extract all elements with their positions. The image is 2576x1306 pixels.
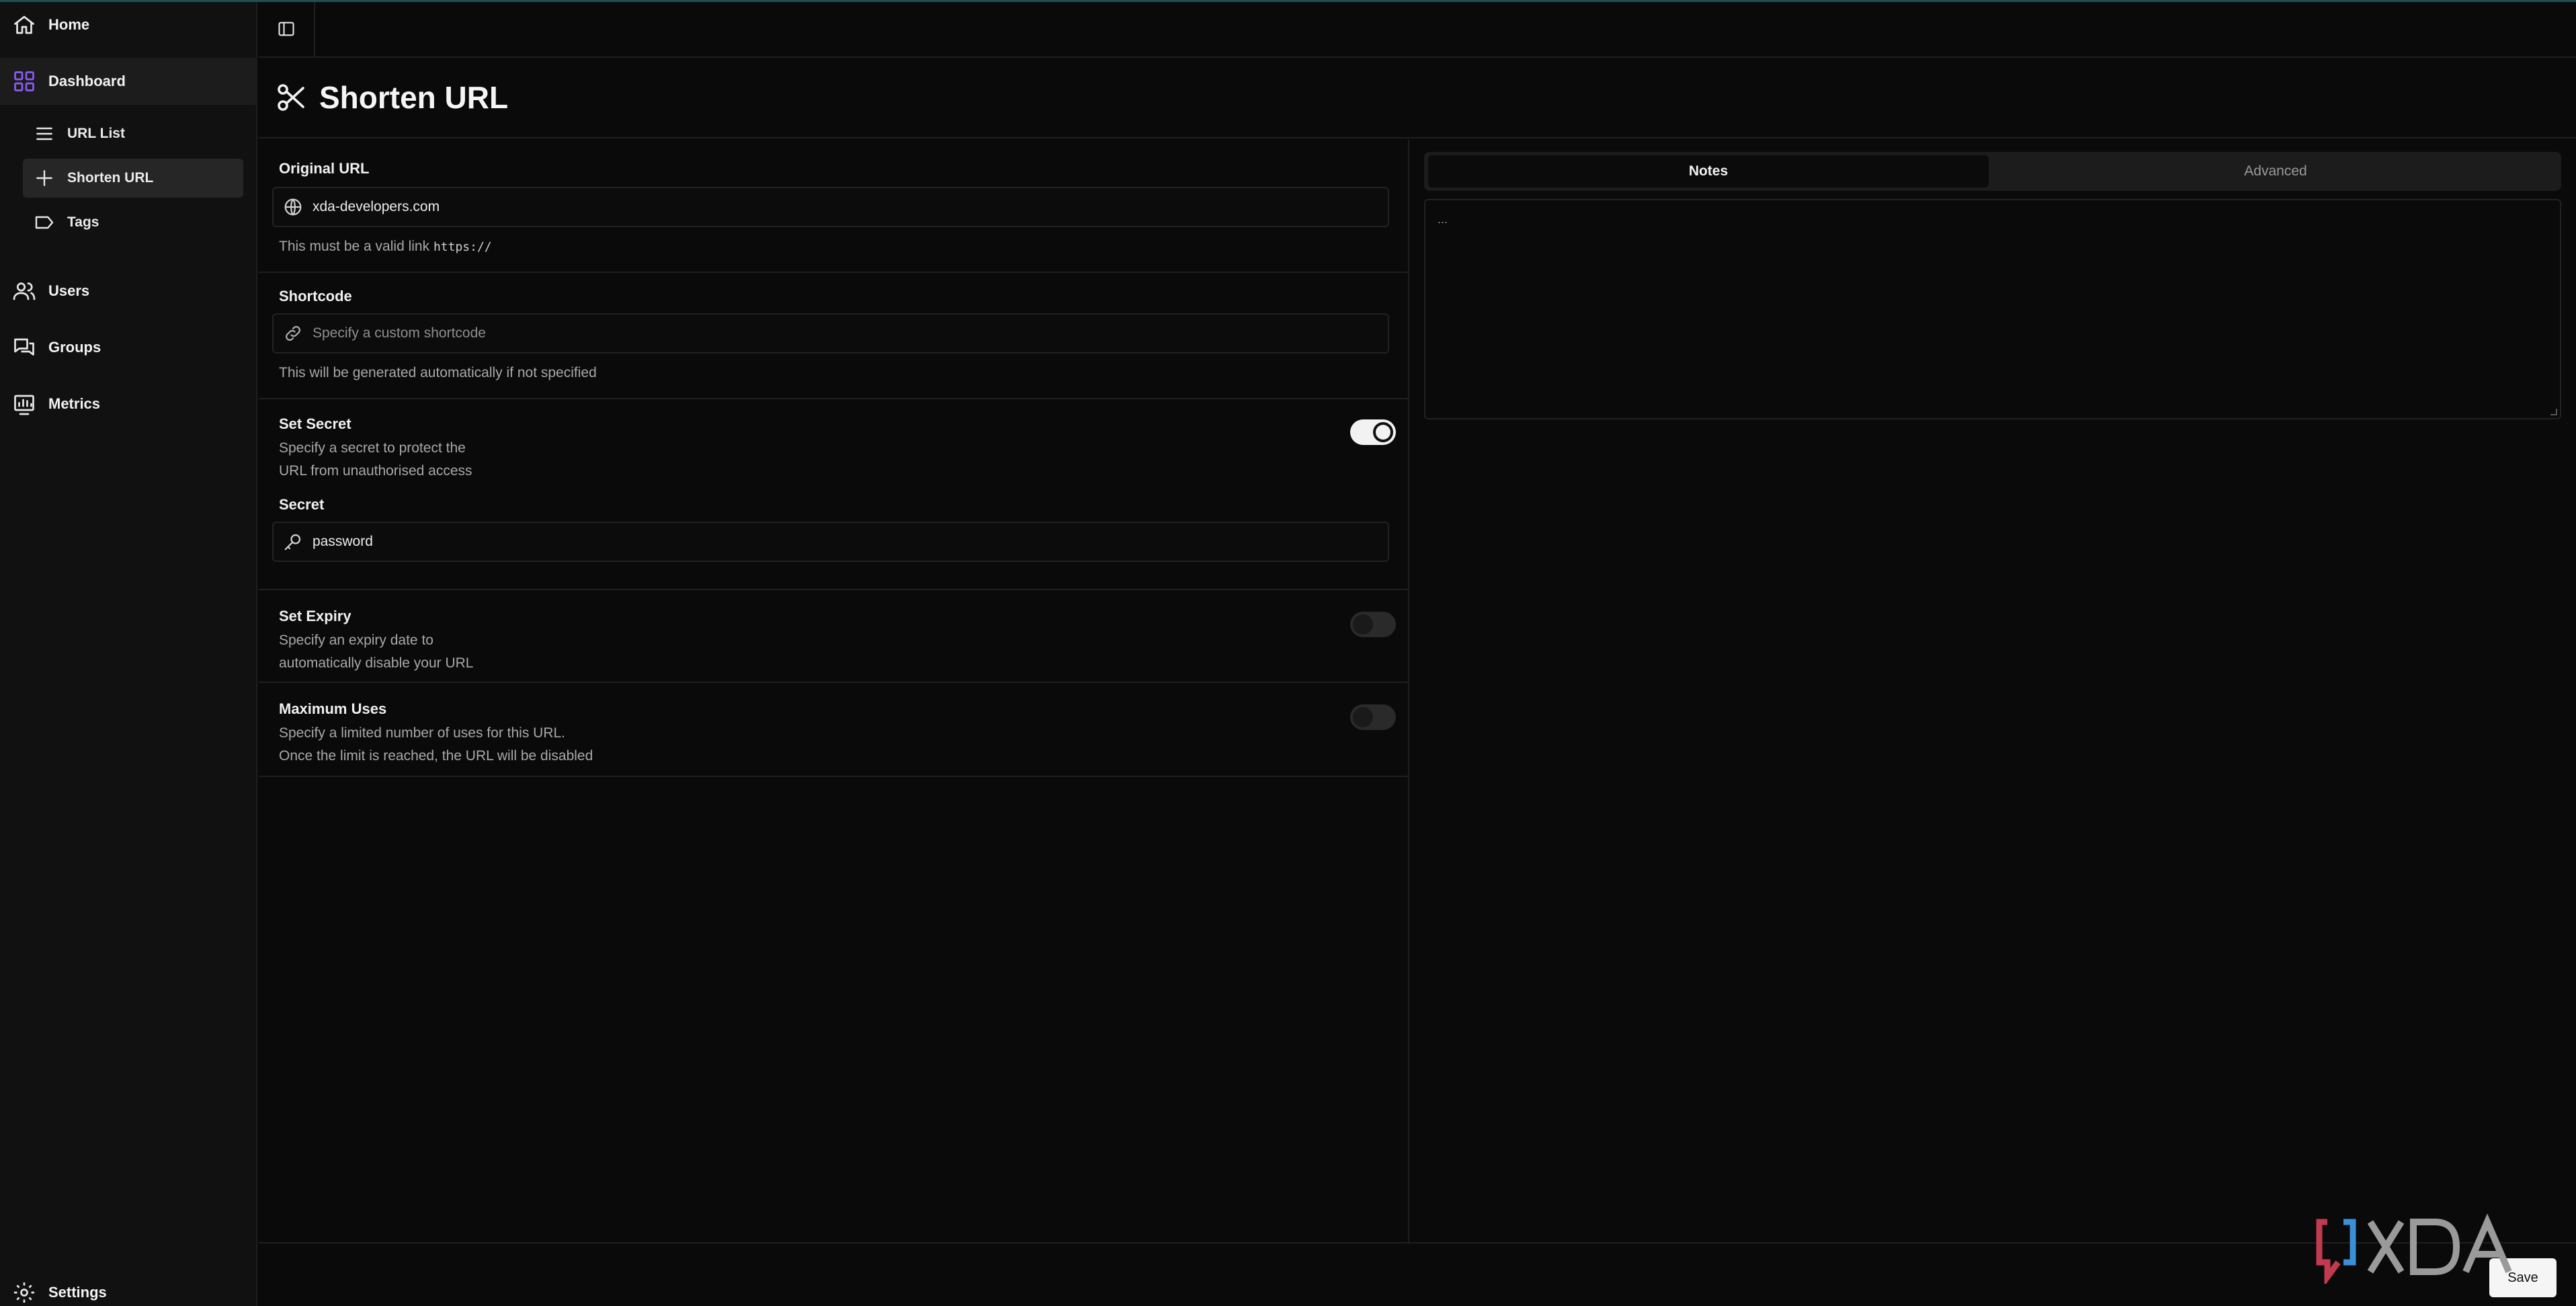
sidebar-item-url-list[interactable]: URL List <box>23 114 243 153</box>
original-url-label: Original URL <box>279 160 370 177</box>
shortcode-section: Shortcode Specify a custom shortcode Thi… <box>259 273 1409 399</box>
shortcode-input[interactable]: Specify a custom shortcode <box>272 313 1389 354</box>
plus-icon <box>36 170 52 186</box>
shortcode-label: Shortcode <box>279 288 352 304</box>
sidebar-item-label: URL List <box>67 126 125 141</box>
sidebar-item-label: Groups <box>48 339 101 356</box>
toggle-knob <box>1353 614 1373 635</box>
maximum-uses-section: Maximum Uses Specify a limited number of… <box>259 683 1409 777</box>
set-secret-section: Set Secret Specify a secret to protect t… <box>259 399 1409 590</box>
sidebar-item-label: Shorten URL <box>67 170 154 186</box>
side-panel: Notes Advanced ... <box>1411 140 2576 1242</box>
home-icon <box>14 15 34 34</box>
set-expiry-label: Set Expiry <box>279 608 351 624</box>
maximum-uses-desc-2: Once the limit is reached, the URL will … <box>279 748 593 764</box>
maximum-uses-toggle[interactable] <box>1350 704 1396 730</box>
set-secret-desc-1: Specify a secret to protect the <box>279 440 466 456</box>
tab-advanced[interactable]: Advanced <box>1994 155 2557 188</box>
set-expiry-desc-1: Specify an expiry date to <box>279 632 433 648</box>
set-expiry-section: Set Expiry Specify an expiry date to aut… <box>259 590 1409 683</box>
sidebar-item-home[interactable]: Home <box>0 1 257 48</box>
original-url-input[interactable]: xda-developers.com <box>272 187 1389 227</box>
sidebar-item-settings[interactable]: Settings <box>0 1269 257 1306</box>
gear-icon <box>14 1282 34 1303</box>
sidebar-toggle-button[interactable] <box>259 0 315 58</box>
groups-chat-icon <box>14 338 34 356</box>
scissors-icon <box>278 84 304 111</box>
notes-placeholder: ... <box>1438 212 1448 226</box>
footer-bar: Save <box>259 1242 2576 1306</box>
sidebar-item-label: Settings <box>48 1284 107 1301</box>
list-icon <box>36 127 52 140</box>
sidebar-item-label: Metrics <box>48 395 101 412</box>
shortcode-help: This will be generated automatically if … <box>279 365 597 380</box>
top-accent-line <box>0 0 2576 2</box>
users-icon <box>13 282 36 300</box>
sidebar-item-tags[interactable]: Tags <box>23 203 243 242</box>
set-expiry-desc-2: automatically disable your URL <box>279 655 474 671</box>
form-column: Original URL xda-developers.com This mus… <box>259 140 1409 1242</box>
sidebar-item-label: Users <box>48 282 90 299</box>
shortcode-placeholder: Specify a custom shortcode <box>313 325 486 341</box>
key-icon <box>284 534 301 550</box>
sidebar-item-users[interactable]: Users <box>0 268 257 315</box>
set-secret-toggle[interactable] <box>1350 419 1396 445</box>
top-bar <box>259 0 2576 58</box>
page-header: Shorten URL <box>259 58 2576 138</box>
tab-notes[interactable]: Notes <box>1428 155 1989 188</box>
metrics-chart-icon <box>14 395 34 415</box>
original-url-help-text: This must be a valid link <box>279 239 430 254</box>
secret-value: password <box>313 534 373 549</box>
sidebar-item-label: Home <box>48 16 90 33</box>
sidebar-toggle-icon <box>278 22 294 36</box>
original-url-value: xda-developers.com <box>313 199 440 214</box>
tab-bar: Notes Advanced <box>1424 152 2561 191</box>
page-title: Shorten URL <box>319 80 509 115</box>
globe-icon <box>284 198 302 216</box>
dashboard-grid-icon <box>14 71 34 91</box>
original-url-help-code: https:// <box>433 240 492 254</box>
link-icon <box>286 326 300 341</box>
secret-input[interactable]: password <box>272 522 1389 562</box>
sidebar-item-groups[interactable]: Groups <box>0 324 257 371</box>
secret-label: Secret <box>279 496 325 513</box>
sidebar-item-shorten-url[interactable]: Shorten URL <box>23 159 243 198</box>
set-secret-desc-2: URL from unauthorised access <box>279 463 472 479</box>
original-url-help: This must be a valid link https:// <box>279 235 492 259</box>
toggle-knob <box>1373 422 1393 442</box>
notes-textarea[interactable]: ... <box>1424 199 2561 419</box>
main-content: Shorten URL Original URL xda-developers.… <box>259 0 2576 1306</box>
maximum-uses-label: Maximum Uses <box>279 700 387 717</box>
set-expiry-toggle[interactable] <box>1350 612 1396 637</box>
original-url-section: Original URL xda-developers.com This mus… <box>259 140 1409 273</box>
sidebar: Home Dashboard URL List Shorten URL Tags… <box>0 0 257 1306</box>
sidebar-item-label: Dashboard <box>48 73 126 89</box>
sidebar-item-label: Tags <box>67 214 99 230</box>
sidebar-item-metrics[interactable]: Metrics <box>0 380 257 427</box>
tag-icon <box>35 216 54 229</box>
set-secret-label: Set Secret <box>279 415 351 432</box>
resize-handle[interactable] <box>2550 409 2557 415</box>
maximum-uses-desc-1: Specify a limited number of uses for thi… <box>279 725 566 741</box>
sidebar-item-dashboard[interactable]: Dashboard <box>0 58 257 105</box>
xda-watermark-logo <box>2316 1213 2512 1284</box>
toggle-knob <box>1353 707 1373 727</box>
